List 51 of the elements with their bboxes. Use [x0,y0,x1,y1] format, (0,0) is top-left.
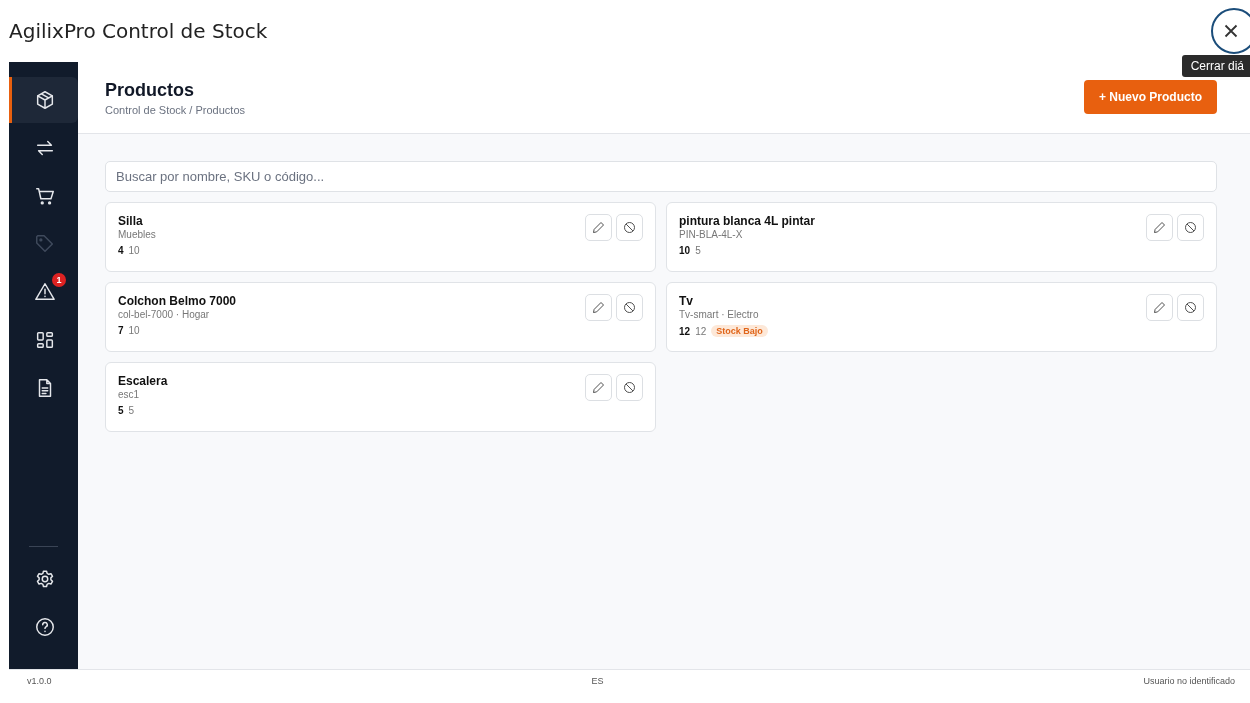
close-button[interactable] [1211,8,1250,54]
pencil-icon [1152,220,1167,235]
user-status: Usuario no identificado [1143,676,1235,686]
stock-quantity: 10 [679,245,691,256]
prohibited-icon [622,380,637,395]
disable-button[interactable] [1177,214,1204,241]
sidebar-item[interactable]: 1 [9,269,78,315]
product-details: Muebles [118,229,156,240]
new-product-button[interactable]: + Nuevo Producto [1084,80,1217,114]
pencil-icon [591,380,606,395]
language-label: ES [591,676,604,686]
product-name: Tv [679,294,694,308]
pencil-icon [1152,300,1167,315]
prohibited-icon [1183,300,1198,315]
stock-quantity: 4 [118,245,124,256]
prohibited-icon [622,300,637,315]
stock-quantity: 12 [679,325,691,337]
minimum-stock: 12 [695,325,707,337]
tooltip: Cerrar diá [1181,55,1250,77]
disable-button[interactable] [616,214,643,241]
product-name: Silla [118,214,144,228]
help-icon [34,616,56,638]
minimum-stock: 10 [128,325,140,336]
pencil-icon [591,300,606,315]
sidebar-item[interactable] [9,77,78,123]
pencil-icon [591,220,606,235]
low-stock-badge: Stock Bajo [711,325,768,337]
product-name: Escalera [118,374,168,388]
minimum-stock: 5 [695,245,701,256]
prohibited-icon [622,220,637,235]
prohibited-icon [1183,220,1198,235]
product-details: col-bel-7000 · Hogar [118,309,211,320]
product-name: Colchon Belmo 7000 [118,294,237,308]
product-name: pintura blanca 4L pintar [679,214,815,228]
search-field[interactable]: Buscar por nombre, SKU o código... [105,161,1217,192]
settings-icon [34,568,56,590]
window-title: AgilixPro Control de Stock [9,19,268,43]
stock-quantity: 5 [118,405,124,416]
minimum-stock: 5 [128,405,135,416]
breadcrumb: Control de Stock / Productos [105,104,245,116]
product-details: Tv-smart · Electro [679,309,760,320]
notification-badge: 1 [52,273,66,287]
disable-button[interactable] [1177,294,1204,321]
stock-quantity: 7 [118,325,124,336]
disable-button[interactable] [616,374,643,401]
product-details: esc1 [118,389,141,400]
minimum-stock: 10 [128,245,140,256]
version-label: v1.0.0 [27,676,52,686]
product-details: PIN-BLA-4L-X [679,229,744,240]
page-title: Productos [105,80,195,101]
disable-button[interactable] [616,294,643,321]
